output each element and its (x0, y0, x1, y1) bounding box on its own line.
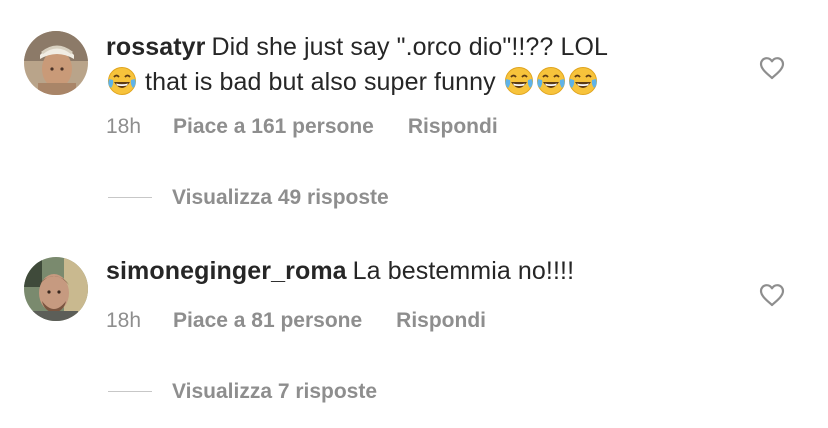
heart-outline-icon[interactable] (759, 56, 785, 80)
avatar[interactable] (24, 257, 88, 321)
comment-likes-link[interactable]: Piace a 161 persone (173, 115, 374, 138)
comment-meta: 18h Piace a 161 persone Rispondi (106, 115, 498, 139)
face-with-tears-of-joy-icon (107, 66, 137, 96)
replies-divider (108, 196, 152, 198)
comment-meta: 18h Piace a 81 persone Rispondi (106, 309, 486, 333)
comment-text-line1: Did she just say ".orco dio"!!?? LOL (211, 33, 609, 61)
view-replies-label: Visualizza 7 risposte (172, 380, 378, 403)
view-replies-button[interactable]: Visualizza 7 risposte (108, 380, 377, 404)
comment-username[interactable]: rossatyr (106, 33, 205, 61)
face-with-tears-of-joy-icon (568, 66, 598, 96)
avatar[interactable] (24, 31, 88, 95)
view-replies-button[interactable]: Visualizza 49 risposte (108, 186, 389, 210)
reply-button[interactable]: Rispondi (408, 115, 498, 138)
comment-body: rossatyr Did she just say ".orco dio"!!??… (106, 30, 726, 100)
replies-divider (108, 390, 152, 392)
face-with-tears-of-joy-icon (504, 66, 534, 96)
comment-timestamp: 18h (106, 309, 142, 332)
view-replies-label: Visualizza 49 risposte (172, 186, 389, 209)
comment-username[interactable]: simoneginger_roma (106, 257, 347, 285)
reply-button[interactable]: Rispondi (396, 309, 486, 332)
comment-likes-link[interactable]: Piace a 81 persone (173, 309, 362, 332)
comment-timestamp: 18h (106, 115, 142, 138)
comment-text-line1: La bestemmia no!!!! (352, 257, 575, 285)
heart-outline-icon[interactable] (759, 283, 785, 307)
comment-body: simoneginger_roma La bestemmia no!!!! (106, 254, 726, 289)
face-with-tears-of-joy-icon (536, 66, 566, 96)
comment-text-line2: that is bad but also super funny (145, 68, 496, 96)
